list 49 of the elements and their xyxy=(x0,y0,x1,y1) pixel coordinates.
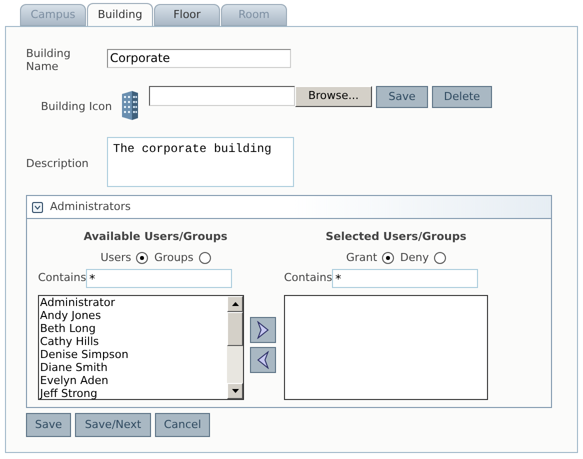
action-button[interactable]: Save xyxy=(26,413,71,437)
list-item[interactable]: Diane Smith xyxy=(40,361,227,374)
radio-button[interactable] xyxy=(198,252,211,264)
list-item[interactable]: Evelyn Aden xyxy=(40,374,227,387)
field-label: Building Name xyxy=(26,47,72,73)
collapse-toggle[interactable] xyxy=(32,202,43,212)
field-label: Description xyxy=(26,156,90,172)
scroll-up-icon xyxy=(232,302,238,306)
list-item[interactable]: Cathy Hills xyxy=(40,335,227,348)
contains-field[interactable]: * xyxy=(332,269,478,288)
chevron-right-icon xyxy=(256,321,270,339)
radio-button[interactable] xyxy=(382,252,394,264)
tab[interactable]: Building xyxy=(87,3,153,26)
list-item[interactable]: Andy Jones xyxy=(40,309,227,322)
building-name-field[interactable]: Corporate xyxy=(107,49,291,68)
radio-label: Groups xyxy=(154,250,194,266)
scrollbar[interactable] xyxy=(227,296,243,399)
column-heading: Available Users/Groups xyxy=(84,229,228,245)
radio-label: Users xyxy=(100,250,132,266)
list-item[interactable]: Administrator xyxy=(40,296,227,309)
tab[interactable]: Floor xyxy=(154,4,220,26)
list-item[interactable]: Jeff Strong xyxy=(40,387,227,399)
description-field[interactable]: The corporate building xyxy=(107,137,294,187)
radio-button[interactable] xyxy=(136,252,148,264)
action-button[interactable]: Cancel xyxy=(155,413,210,437)
panel-title: Administrators xyxy=(50,198,131,215)
selected-list[interactable] xyxy=(284,295,488,400)
contains-label: Contains xyxy=(284,270,332,286)
contains-field[interactable]: * xyxy=(86,269,232,288)
radio-label: Grant xyxy=(346,250,378,266)
list-item[interactable]: Denise Simpson xyxy=(40,348,227,361)
chevron-down-icon xyxy=(34,204,41,210)
action-button[interactable]: Delete xyxy=(432,86,492,108)
radio-button[interactable] xyxy=(434,252,446,264)
action-button[interactable]: Save/Next xyxy=(75,413,151,437)
radio-label: Deny xyxy=(400,250,429,266)
add-button[interactable] xyxy=(250,317,276,343)
available-list[interactable]: Administrator Andy Jones Beth Long Cathy Hills Denise Simpson Diane Smith Evelyn Aden Jeff Strong xyxy=(38,295,244,400)
list-item[interactable]: Beth Long xyxy=(40,322,227,335)
file-path-field[interactable] xyxy=(149,86,295,106)
remove-button[interactable] xyxy=(250,347,276,373)
contains-label: Contains xyxy=(38,270,86,286)
field-label: Building Icon xyxy=(40,98,113,115)
action-button[interactable]: Save xyxy=(376,86,428,108)
chevron-left-icon xyxy=(256,351,270,369)
building-icon xyxy=(120,90,140,120)
browse-button[interactable]: Browse... xyxy=(295,86,372,107)
scroll-down-icon xyxy=(232,389,238,393)
column-heading: Selected Users/Groups xyxy=(326,229,466,245)
